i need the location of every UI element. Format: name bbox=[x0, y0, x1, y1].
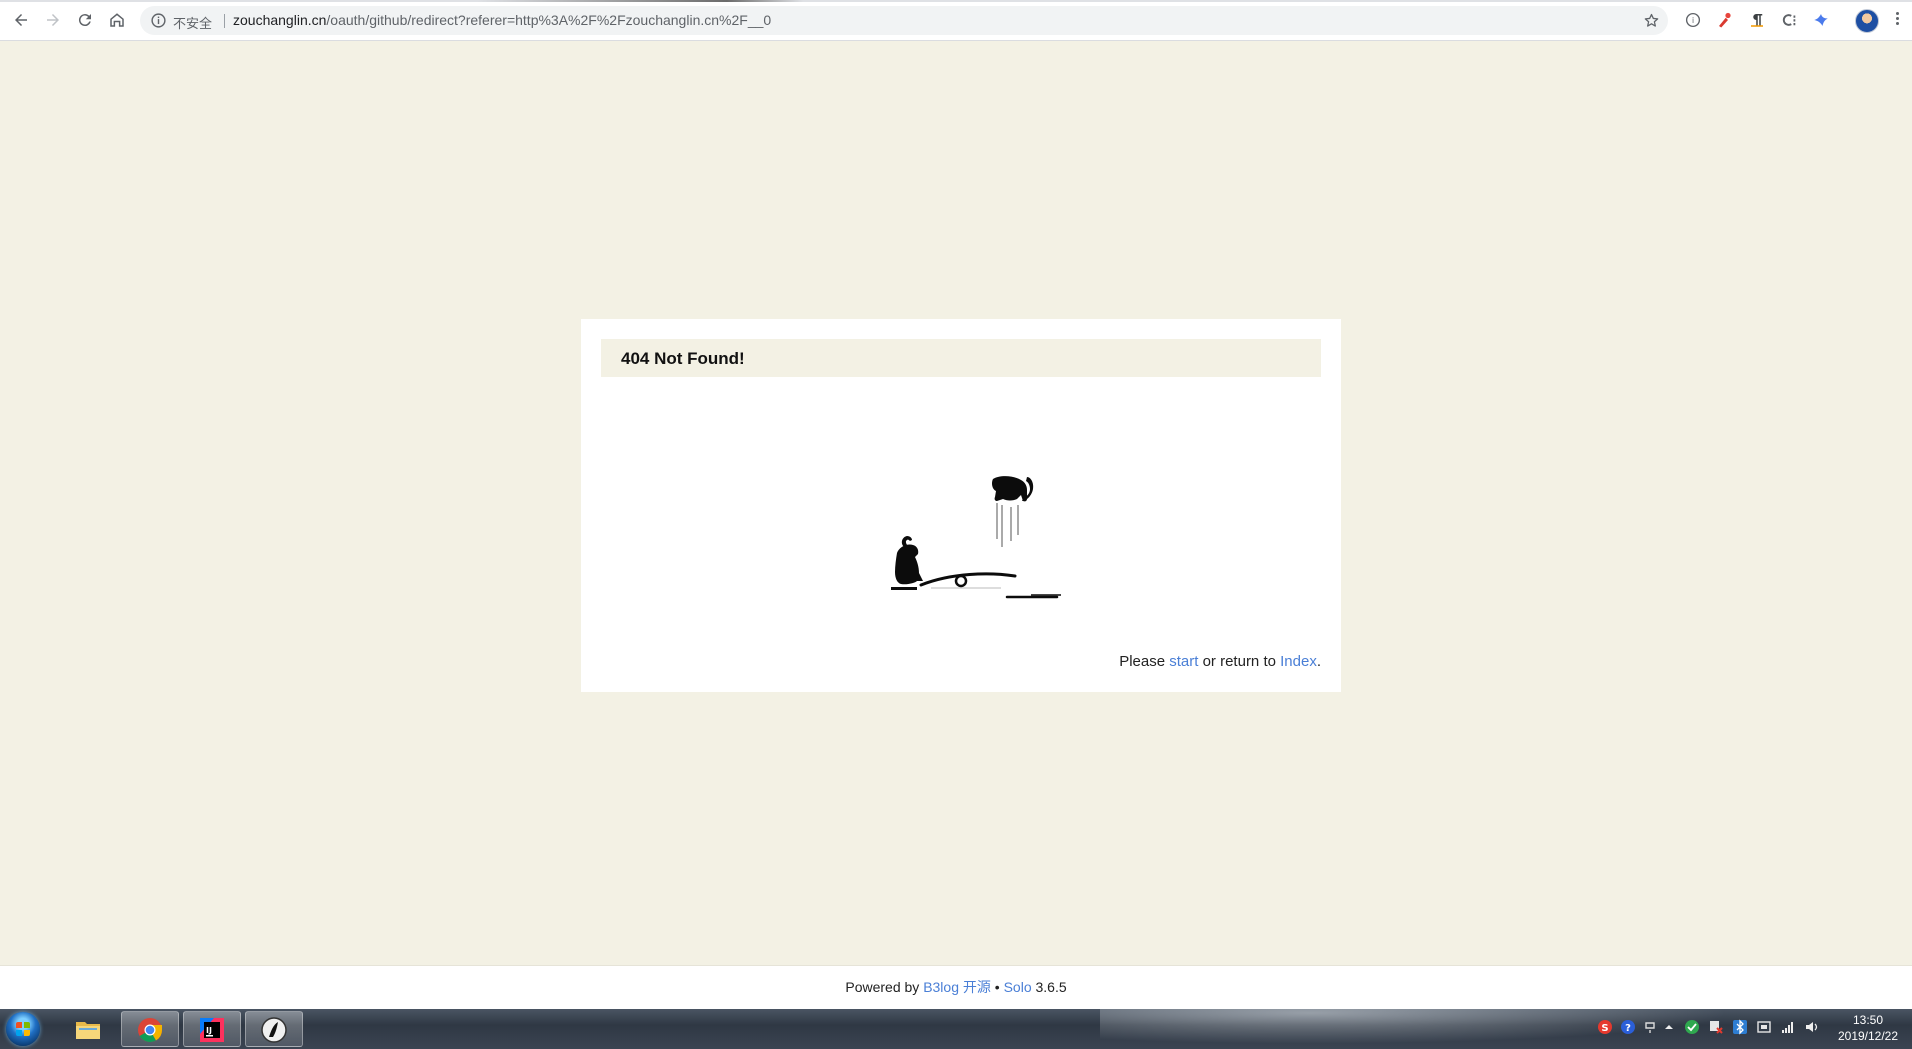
network-tray-icon[interactable] bbox=[1642, 1019, 1658, 1035]
arrow-left-icon bbox=[15, 14, 27, 26]
tray-green-app-icon[interactable] bbox=[1684, 1019, 1700, 1035]
intellij-icon: IJ bbox=[200, 1018, 224, 1042]
browser-menu-icon[interactable] bbox=[1894, 10, 1900, 30]
browser-toolbar: 不安全 zouchanglin.cn/oauth/github/redirect… bbox=[0, 0, 1912, 41]
solo-link[interactable]: Solo bbox=[1004, 979, 1032, 995]
url-host: zouchanglin.cn bbox=[233, 12, 327, 28]
error-message-prefix: Please bbox=[1119, 653, 1170, 670]
folder-icon bbox=[76, 1022, 100, 1039]
reload-icon bbox=[78, 14, 91, 27]
taskbar-chrome[interactable] bbox=[121, 1011, 179, 1047]
bluetooth-icon[interactable] bbox=[1732, 1019, 1748, 1035]
bookmark-star-icon[interactable] bbox=[1643, 12, 1660, 29]
error-title-bar: 404 Not Found! bbox=[601, 339, 1321, 377]
start-link[interactable]: start bbox=[1169, 653, 1198, 670]
profile-avatar[interactable] bbox=[1855, 9, 1879, 33]
address-separator bbox=[224, 14, 225, 28]
error-message: Please start or return to Index. bbox=[1119, 653, 1321, 670]
page-viewport: 404 Not Found! Please start or return to… bbox=[0, 41, 1912, 1049]
reload-button[interactable] bbox=[74, 9, 96, 31]
url-path: /oauth/github/redirect?referer=http%3A%2… bbox=[326, 12, 772, 28]
sogou-input-icon[interactable]: S bbox=[1597, 1019, 1613, 1035]
clock-date: 2019/12/22 bbox=[1837, 1029, 1899, 1043]
start-button[interactable] bbox=[6, 1012, 40, 1046]
extension-pilcrow-icon[interactable] bbox=[1748, 11, 1766, 29]
action-center-icon[interactable] bbox=[1708, 1019, 1724, 1035]
chrome-icon bbox=[138, 1018, 162, 1043]
index-link[interactable]: Index bbox=[1280, 653, 1317, 670]
windows-logo-icon bbox=[16, 1022, 30, 1036]
device-tray-icon[interactable] bbox=[1756, 1019, 1772, 1035]
forward-button[interactable] bbox=[42, 9, 64, 31]
svg-text:IJ: IJ bbox=[206, 1026, 212, 1035]
windows-taskbar: IJ S ? 13:50 2019/12/22 bbox=[0, 1009, 1912, 1049]
extension-c-icon[interactable] bbox=[1780, 11, 1798, 29]
svg-text:i: i bbox=[1692, 16, 1694, 25]
error-card: 404 Not Found! Please start or return to… bbox=[581, 319, 1341, 692]
system-clock[interactable]: 13:50 2019/12/22 bbox=[1826, 1012, 1910, 1044]
home-button[interactable] bbox=[106, 9, 128, 31]
powered-by-text: Powered by bbox=[845, 979, 924, 995]
back-button[interactable] bbox=[10, 9, 32, 31]
extension-reader-icon[interactable]: i bbox=[1684, 11, 1702, 29]
footer-bullet: • bbox=[990, 979, 1004, 995]
security-label[interactable]: 不安全 bbox=[173, 13, 212, 32]
extension-bird-icon[interactable] bbox=[1812, 11, 1830, 29]
seesaw-elephants-illustration bbox=[891, 476, 1061, 599]
arrow-right-icon bbox=[47, 14, 59, 26]
url-text[interactable]: zouchanglin.cn/oauth/github/redirect?ref… bbox=[233, 12, 771, 28]
error-message-suffix: . bbox=[1316, 653, 1321, 670]
show-hidden-icons-icon[interactable] bbox=[1661, 1019, 1677, 1035]
clock-time: 13:50 bbox=[1852, 1013, 1884, 1027]
tab-strip-edge bbox=[0, 0, 1912, 2]
svg-text:?: ? bbox=[1625, 1023, 1631, 1034]
svg-text:S: S bbox=[1601, 1023, 1608, 1034]
error-title: 404 Not Found! bbox=[621, 349, 745, 368]
solo-version: 3.6.5 bbox=[1031, 979, 1067, 995]
volume-icon[interactable] bbox=[1804, 1019, 1820, 1035]
help-icon[interactable]: ? bbox=[1620, 1019, 1636, 1035]
info-icon[interactable] bbox=[150, 12, 167, 29]
taskbar-app-circle[interactable] bbox=[245, 1011, 303, 1047]
extension-red-tool-icon[interactable] bbox=[1716, 11, 1734, 29]
signal-icon[interactable] bbox=[1780, 1019, 1796, 1035]
b3log-link[interactable]: B3log 开源 bbox=[923, 979, 991, 995]
address-bar[interactable]: 不安全 zouchanglin.cn/oauth/github/redirect… bbox=[140, 6, 1668, 35]
taskbar-intellij[interactable]: IJ bbox=[183, 1011, 241, 1047]
home-icon bbox=[110, 13, 124, 27]
app-circle-icon bbox=[261, 1017, 287, 1043]
taskbar-explorer[interactable] bbox=[60, 1011, 118, 1047]
error-message-middle: or return to bbox=[1198, 653, 1281, 670]
powered-by-line: Powered by B3log 开源 • Solo 3.6.5 bbox=[0, 977, 1912, 997]
